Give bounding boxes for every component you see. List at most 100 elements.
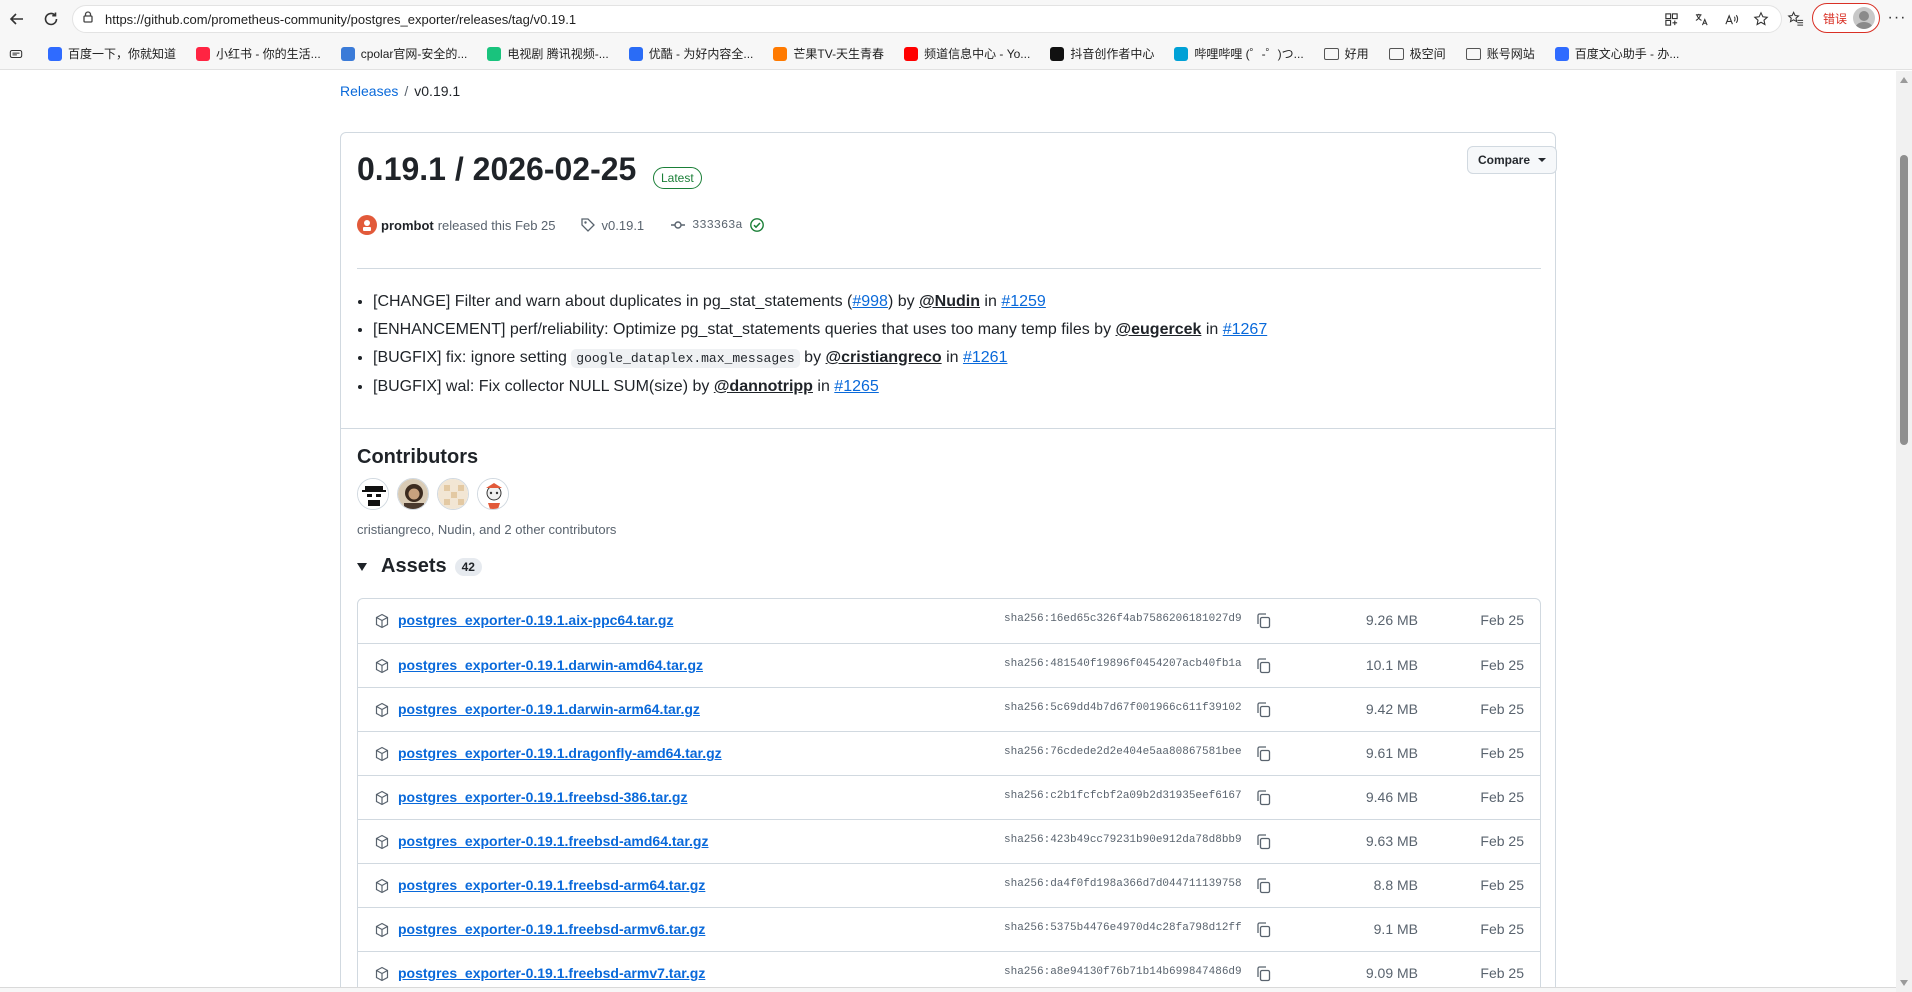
asset-download-link[interactable]: postgres_exporter-0.19.1.freebsd-armv7.t… <box>398 965 705 981</box>
asset-size: 9.1 MB <box>1373 921 1418 937</box>
user-link[interactable]: @eugercek <box>1116 321 1202 338</box>
bookmark-item[interactable]: 芒果TV-天生青春 <box>763 42 894 66</box>
asset-download-link[interactable]: postgres_exporter-0.19.1.freebsd-386.tar… <box>398 789 687 805</box>
site-favicon-icon <box>904 46 919 61</box>
bookmark-label: 优酷 - 为好内容全... <box>648 47 754 61</box>
package-icon <box>375 966 389 982</box>
asset-size: 9.26 MB <box>1365 612 1418 628</box>
bookmark-item[interactable]: 百度文心助手 - 办... <box>1545 42 1690 66</box>
asset-size: 9.09 MB <box>1365 965 1418 981</box>
copy-icon[interactable] <box>1254 744 1274 764</box>
bookmark-label: 频道信息中心 - Yo... <box>924 47 1031 61</box>
bookmark-item[interactable]: 电视剧 腾讯视频-... <box>477 42 618 66</box>
assets-count: 42 <box>454 557 482 576</box>
issue-link[interactable]: #998 <box>852 293 888 310</box>
bookmark-item[interactable]: 频道信息中心 - Yo... <box>894 42 1040 66</box>
asset-date: Feb 25 <box>1480 701 1524 717</box>
prombot-avatar[interactable] <box>357 215 377 235</box>
contributor-avatar[interactable] <box>437 478 469 510</box>
pr-link[interactable]: #1267 <box>1223 321 1268 338</box>
asset-download-link[interactable]: postgres_exporter-0.19.1.freebsd-arm64.t… <box>398 877 705 893</box>
bookmark-label: 抖音创作者中心 <box>1070 47 1155 61</box>
copy-icon[interactable] <box>1254 964 1274 984</box>
user-link[interactable]: @Nudin <box>919 293 980 310</box>
profile-error-button[interactable]: 错误 <box>1812 3 1881 33</box>
latest-badge: Latest <box>653 167 702 189</box>
pr-link[interactable]: #1265 <box>834 378 879 395</box>
profile-avatar <box>1853 7 1876 29</box>
read-aloud-icon[interactable] <box>1721 9 1741 29</box>
asset-sha256: sha256:5c69dd4b7d67f001966c611f39102 <box>1004 702 1242 714</box>
favorites-icon[interactable] <box>1784 7 1806 29</box>
bookmark-label: 芒果TV-天生青春 <box>793 47 885 61</box>
more-menu-icon[interactable]: ··· <box>1886 7 1908 29</box>
asset-sha256: sha256:423b49cc79231b90e912da78d8bb9 <box>1004 834 1242 846</box>
asset-download-link[interactable]: postgres_exporter-0.19.1.dragonfly-amd64… <box>398 745 722 761</box>
release-commit[interactable]: 333363a <box>670 217 764 233</box>
pr-link[interactable]: #1259 <box>1001 293 1046 310</box>
bookmark-label: 电视剧 腾讯视频-... <box>507 47 609 61</box>
compare-button[interactable]: Compare <box>1467 146 1558 174</box>
copy-icon[interactable] <box>1254 656 1274 676</box>
reload-button[interactable] <box>34 2 68 36</box>
note-text: in <box>812 378 835 395</box>
asset-row: postgres_exporter-0.19.1.darwin-arm64.ta… <box>358 687 1540 731</box>
user-link[interactable]: @dannotripp <box>714 378 813 395</box>
url-text[interactable]: https://github.com/prometheus-community/… <box>105 12 576 27</box>
scroll-up-icon[interactable] <box>1900 77 1908 83</box>
asset-row: postgres_exporter-0.19.1.freebsd-amd64.t… <box>358 819 1540 863</box>
copy-icon[interactable] <box>1254 700 1274 720</box>
release-tag-label: v0.19.1 <box>601 217 645 233</box>
asset-row: postgres_exporter-0.19.1.dragonfly-amd64… <box>358 731 1540 775</box>
user-link[interactable]: @cristiangreco <box>826 349 942 366</box>
asset-sha256: sha256:c2b1fcfcbf2a09b2d31935eef6167 <box>1004 790 1242 802</box>
bookmark-label: 小红书 - 你的生活... <box>216 47 321 61</box>
asset-download-link[interactable]: postgres_exporter-0.19.1.darwin-arm64.ta… <box>398 701 700 717</box>
release-note-item: [BUGFIX] wal: Fix collector NULL SUM(siz… <box>373 373 1267 401</box>
copy-icon[interactable] <box>1254 920 1274 940</box>
release-tag[interactable]: v0.19.1 <box>580 217 645 233</box>
contributor-avatar[interactable] <box>357 478 389 510</box>
asset-download-link[interactable]: postgres_exporter-0.19.1.darwin-amd64.ta… <box>398 657 703 673</box>
contributor-avatar[interactable] <box>397 478 429 510</box>
bookmarks-toggle-icon[interactable] <box>6 44 26 64</box>
page-scrollbar[interactable] <box>1896 71 1912 992</box>
star-icon[interactable] <box>1751 9 1771 29</box>
release-title: 0.19.1 / 2026-02-25 <box>357 151 637 187</box>
site-favicon-icon <box>196 46 211 61</box>
profile-error-label: 错误 <box>1823 11 1848 26</box>
asset-download-link[interactable]: postgres_exporter-0.19.1.aix-ppc64.tar.g… <box>398 612 673 628</box>
release-commit-sha: 333363a <box>692 218 743 232</box>
bookmark-item[interactable]: 百度一下，你就知道 <box>38 42 186 66</box>
copy-icon[interactable] <box>1254 611 1274 631</box>
scrollbar-thumb[interactable] <box>1900 155 1908 445</box>
translate-icon[interactable] <box>1691 9 1711 29</box>
pr-link[interactable]: #1261 <box>963 349 1008 366</box>
bookmark-item[interactable]: 优酷 - 为好内容全... <box>619 42 764 66</box>
copy-icon[interactable] <box>1254 876 1274 896</box>
app-grid-icon[interactable] <box>1661 9 1681 29</box>
asset-date: Feb 25 <box>1480 877 1524 893</box>
copy-icon[interactable] <box>1254 832 1274 852</box>
asset-download-link[interactable]: postgres_exporter-0.19.1.freebsd-armv6.t… <box>398 921 705 937</box>
scroll-down-icon[interactable] <box>1900 980 1908 986</box>
bookmark-folder[interactable]: 账号网站 <box>1456 42 1545 66</box>
asset-download-link[interactable]: postgres_exporter-0.19.1.freebsd-amd64.t… <box>398 833 708 849</box>
contributor-avatar[interactable] <box>477 478 509 510</box>
bookmark-folder[interactable]: 极空间 <box>1379 42 1456 66</box>
bookmark-item[interactable]: 抖音创作者中心 <box>1040 42 1164 66</box>
breadcrumb-releases-link[interactable]: Releases <box>340 83 398 99</box>
address-bar[interactable]: https://github.com/prometheus-community/… <box>72 5 1782 33</box>
package-icon <box>375 922 389 938</box>
bookmark-item[interactable]: 哔哩哔哩 (゜-゜)つ... <box>1164 42 1313 66</box>
bookmark-folder[interactable]: 好用 <box>1314 42 1379 66</box>
bookmark-item[interactable]: 小红书 - 你的生活... <box>186 42 331 66</box>
bookmark-item[interactable]: cpolar官网-安全的... <box>331 42 478 66</box>
copy-icon[interactable] <box>1254 788 1274 808</box>
back-button[interactable] <box>0 2 34 36</box>
breadcrumb-separator: / <box>404 83 409 99</box>
asset-date: Feb 25 <box>1480 612 1524 628</box>
contributors-summary: cristiangreco, Nudin, and 2 other contri… <box>357 522 617 537</box>
assets-toggle[interactable]: Assets 42 <box>357 555 482 578</box>
release-author[interactable]: prombot <box>381 218 434 233</box>
